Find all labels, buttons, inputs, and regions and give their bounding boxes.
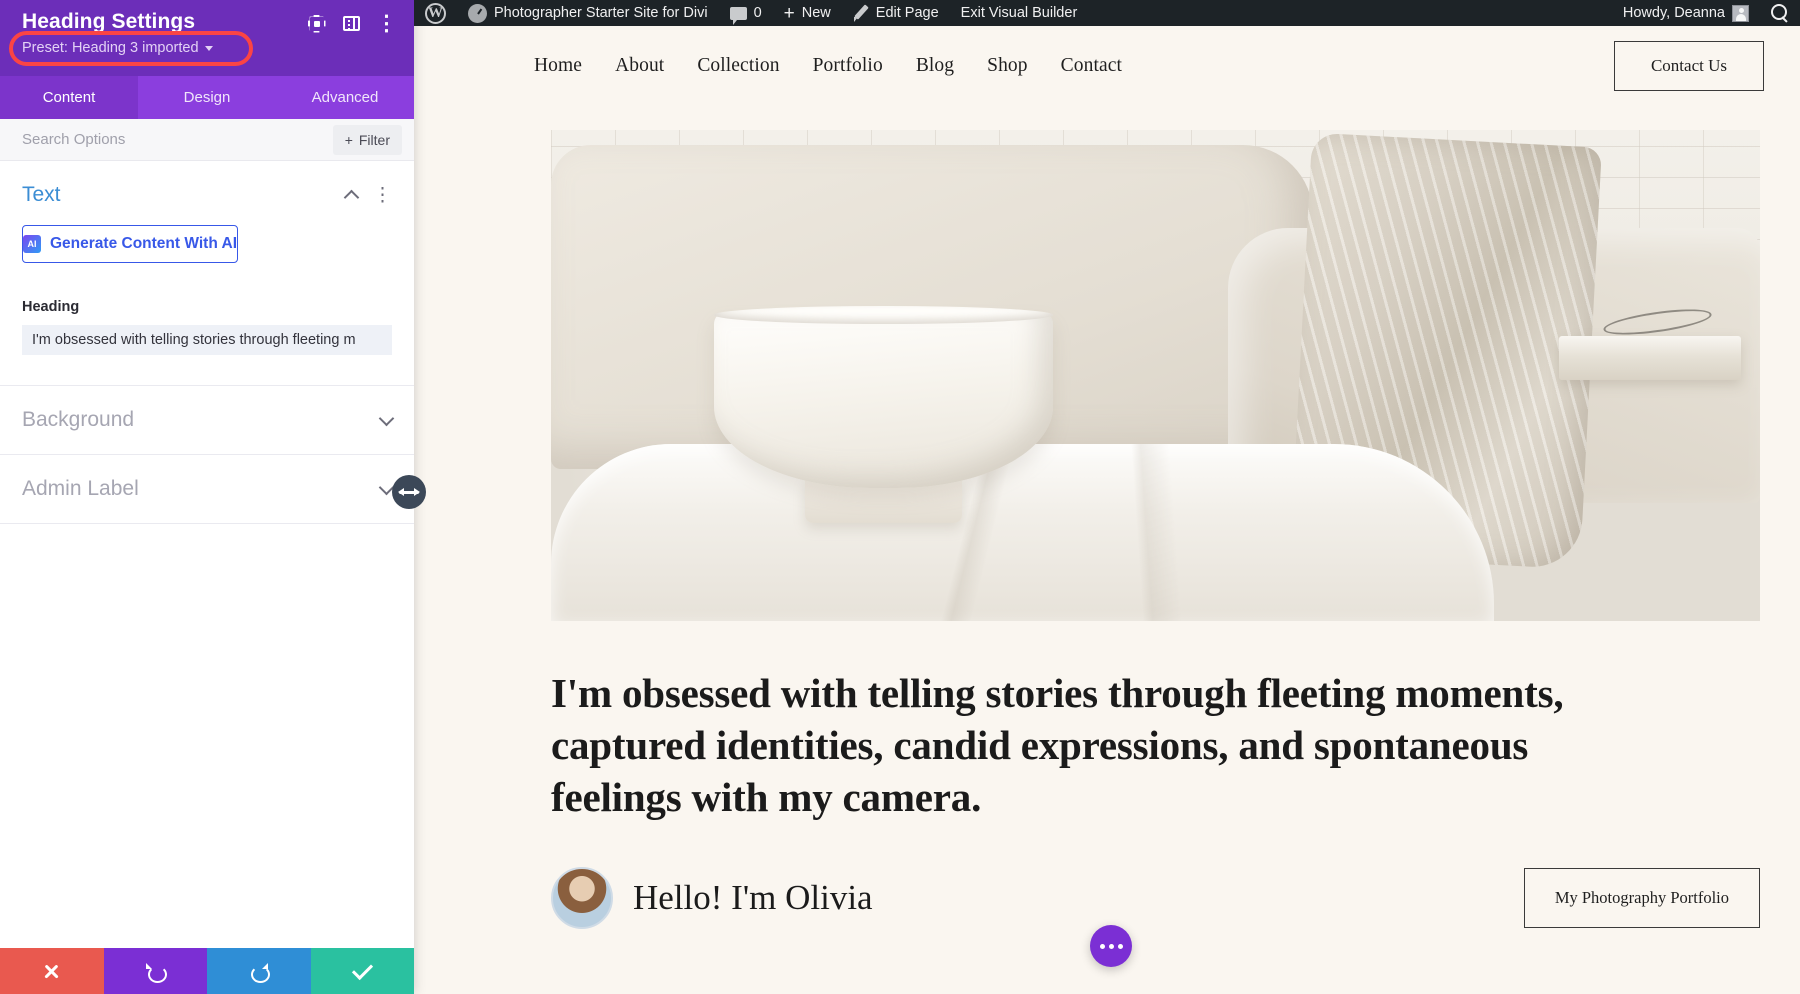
section-admin-label[interactable]: Admin Label <box>0 455 414 515</box>
panel-footer <box>0 948 414 994</box>
page-title: Heading Settings <box>22 10 295 34</box>
section-text[interactable]: Text ⋮ <box>0 161 414 221</box>
edit-page-label: Edit Page <box>876 5 939 21</box>
check-icon <box>352 958 373 979</box>
pencil-icon <box>853 5 869 21</box>
contact-us-button[interactable]: Contact Us <box>1614 41 1764 91</box>
wp-admin-bar: W Photographer Starter Site for Divi 0 +… <box>414 0 1800 26</box>
chevron-down-icon[interactable] <box>379 410 395 426</box>
divider-3 <box>0 523 414 524</box>
hero-image <box>551 130 1760 621</box>
kebab-menu-icon[interactable]: ⋮ <box>373 10 400 37</box>
site-name-menu[interactable]: Photographer Starter Site for Divi <box>457 0 719 26</box>
dashboard-icon <box>468 4 487 23</box>
website-preview-canvas: Home About Collection Portfolio Blog Sho… <box>414 26 1800 994</box>
nav-item-home[interactable]: Home <box>534 55 582 77</box>
panel-layout-icon[interactable] <box>338 10 365 37</box>
panel-tabs: Content Design Advanced <box>0 76 414 119</box>
account-menu[interactable]: Howdy, Deanna <box>1612 0 1760 26</box>
panel-title-row: Heading Settings ⋮ <box>22 10 400 37</box>
nav-item-shop[interactable]: Shop <box>987 55 1028 77</box>
adminbar-search-button[interactable] <box>1760 0 1800 26</box>
cancel-button[interactable] <box>0 948 104 994</box>
ceramic-bowl <box>714 312 1053 489</box>
heading-settings-panel: Heading Settings ⋮ Preset: Heading 3 imp… <box>0 0 414 994</box>
site-navigation: Home About Collection Portfolio Blog Sho… <box>534 55 1122 77</box>
generate-content-with-ai-button[interactable]: AI Generate Content With AI <box>22 225 238 263</box>
comment-count: 0 <box>754 5 762 21</box>
section-background[interactable]: Background <box>0 386 414 446</box>
plus-icon: + <box>345 132 353 148</box>
search-icon <box>1771 4 1789 22</box>
search-options-bar: + Filter <box>0 119 414 161</box>
site-name-label: Photographer Starter Site for Divi <box>494 5 708 21</box>
save-button[interactable] <box>311 948 415 994</box>
wp-logo-menu[interactable]: W <box>414 0 457 26</box>
close-icon <box>43 963 60 980</box>
tab-content[interactable]: Content <box>0 76 138 119</box>
undo-icon <box>146 962 165 981</box>
fab-dot-2 <box>1109 944 1114 949</box>
panel-header: Heading Settings ⋮ Preset: Heading 3 imp… <box>0 0 414 76</box>
nav-item-about[interactable]: About <box>615 55 664 77</box>
author-name: Hello! I'm Olivia <box>633 878 873 918</box>
wordpress-logo-icon: W <box>425 3 446 24</box>
nav-item-blog[interactable]: Blog <box>916 55 954 77</box>
preset-selector[interactable]: Preset: Heading 3 imported <box>22 40 213 56</box>
chevron-up-icon[interactable] <box>344 189 360 205</box>
filter-button[interactable]: + Filter <box>333 125 402 155</box>
section-title-text: Text <box>22 183 346 207</box>
preset-label: Preset: Heading 3 imported <box>22 40 199 56</box>
resize-horizontal-icon[interactable] <box>392 475 426 509</box>
heading-field-label: Heading <box>22 299 392 315</box>
avatar <box>551 867 613 929</box>
comments-menu[interactable]: 0 <box>719 0 773 26</box>
hero-footer-row: Hello! I'm Olivia My Photography Portfol… <box>551 867 1760 929</box>
ai-button-label: Generate Content With AI <box>50 235 237 253</box>
focus-module-icon[interactable] <box>303 10 330 37</box>
undo-button[interactable] <box>104 948 208 994</box>
filter-label: Filter <box>359 132 390 148</box>
nav-item-portfolio[interactable]: Portfolio <box>813 55 883 77</box>
user-avatar-icon <box>1732 5 1749 22</box>
chevron-down-icon <box>205 46 213 51</box>
panel-body: Text ⋮ AI Generate Content With AI Headi… <box>0 161 414 948</box>
search-input[interactable] <box>22 131 333 148</box>
more-options-icon[interactable] <box>1090 925 1132 967</box>
section-title-background: Background <box>22 408 381 432</box>
fab-dot-3 <box>1118 944 1123 949</box>
nav-item-collection[interactable]: Collection <box>697 55 779 77</box>
edit-page-menu[interactable]: Edit Page <box>842 0 950 26</box>
arrows-left-right-icon <box>399 491 419 494</box>
hero-heading-text: I'm obsessed with telling stories throug… <box>551 667 1666 823</box>
plus-icon: + <box>784 4 795 23</box>
nav-item-contact[interactable]: Contact <box>1061 55 1122 77</box>
redo-button[interactable] <box>207 948 311 994</box>
ai-badge-icon: AI <box>23 235 41 253</box>
section-title-admin-label: Admin Label <box>22 477 381 501</box>
tab-advanced[interactable]: Advanced <box>276 76 414 119</box>
howdy-label: Howdy, Deanna <box>1623 5 1725 21</box>
redo-icon <box>249 962 268 981</box>
exit-visual-builder-button[interactable]: Exit Visual Builder <box>950 0 1089 26</box>
new-label: New <box>802 5 831 21</box>
stacked-books <box>1559 336 1740 380</box>
exit-visual-builder-label: Exit Visual Builder <box>961 5 1078 21</box>
new-content-menu[interactable]: + New <box>773 0 842 26</box>
fab-dot-1 <box>1100 944 1105 949</box>
marble-table <box>551 444 1494 621</box>
heading-input[interactable] <box>22 325 392 355</box>
tab-design[interactable]: Design <box>138 76 276 119</box>
section-kebab-icon[interactable]: ⋮ <box>373 186 392 205</box>
site-header: Home About Collection Portfolio Blog Sho… <box>414 26 1800 106</box>
my-photography-portfolio-button[interactable]: My Photography Portfolio <box>1524 868 1760 928</box>
comment-bubble-icon <box>730 7 747 20</box>
